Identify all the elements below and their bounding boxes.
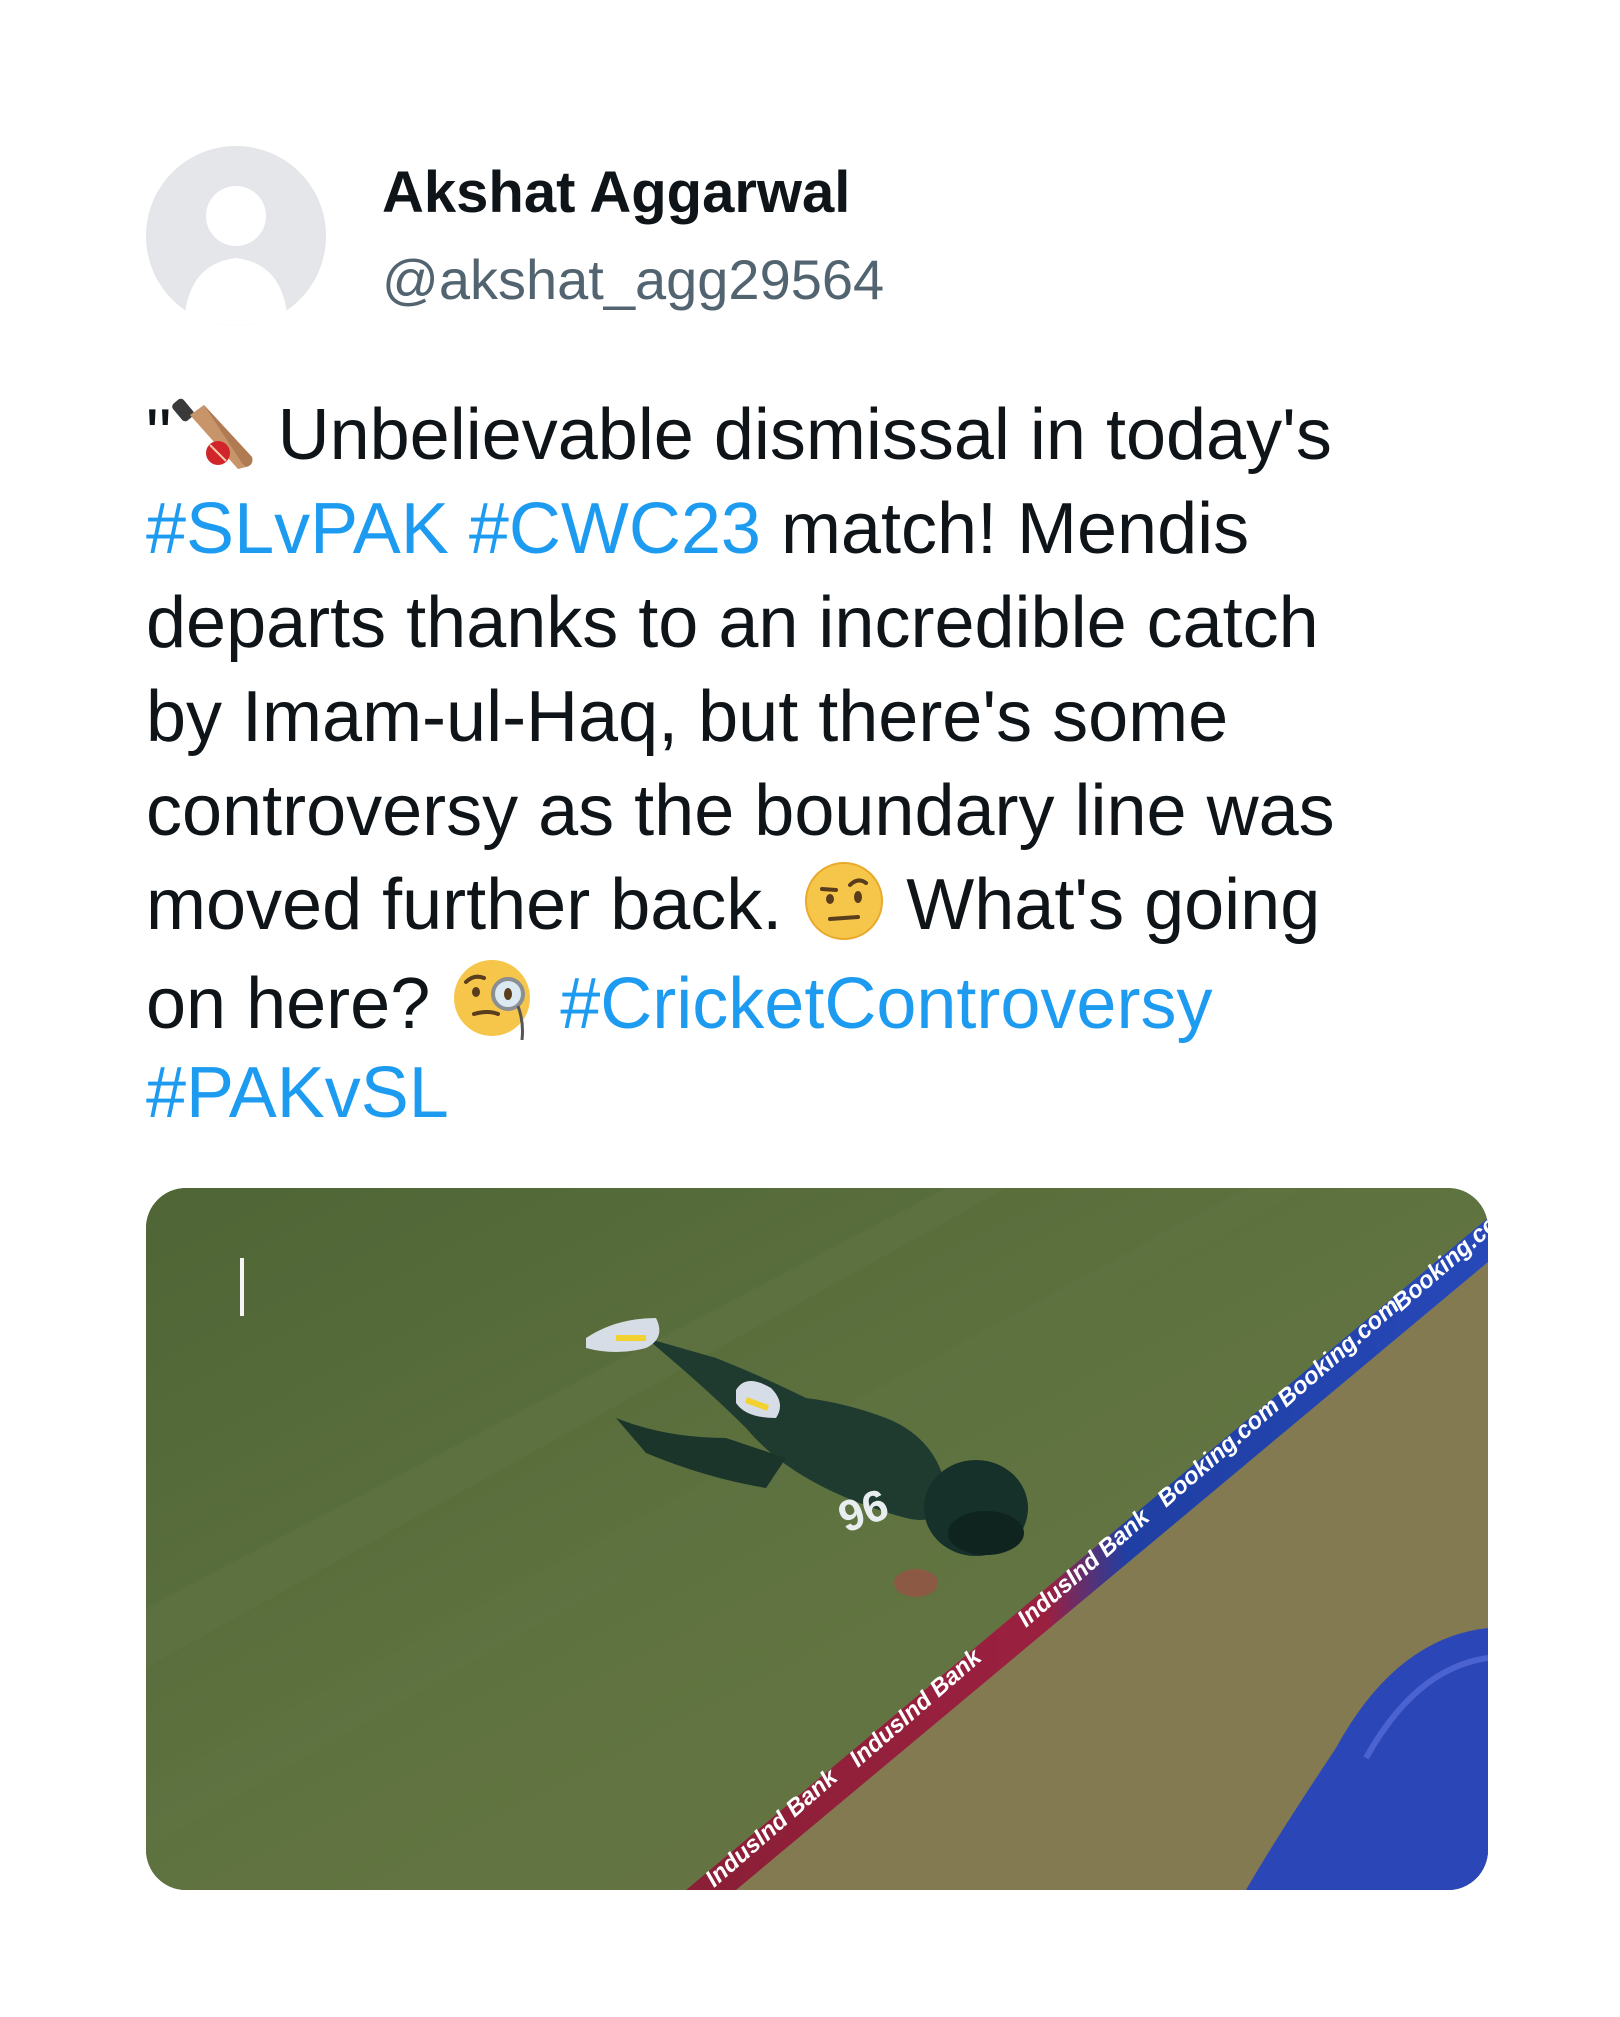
face-with-raised-eyebrow-icon <box>802 859 886 943</box>
tweet-line: moved further back. What's going <box>146 858 1486 952</box>
face-with-monocle-icon <box>450 952 540 1042</box>
tweet-line: departs thanks to an incredible catch <box>146 583 1319 663</box>
hashtag-link[interactable]: #SLvPAK <box>146 489 449 569</box>
cricket-bat-and-ball-icon <box>171 393 258 473</box>
avatar[interactable] <box>146 146 326 326</box>
tweet-line: by Imam-ul-Haq, but there's some <box>146 677 1229 757</box>
tweet-text: " Unbelievable dismissal in today's #SLv… <box>146 388 1486 1140</box>
tweet-line: #PAKvSL <box>146 1046 1486 1140</box>
quote-mark: " <box>146 395 172 475</box>
tweet-line: " Unbelievable dismissal in today's <box>146 393 1332 475</box>
tweet-photo[interactable]: 96 IndusInd Bank IndusInd Bank IndusInd … <box>146 1188 1488 1890</box>
hashtag-link[interactable]: #CricketControversy <box>560 964 1212 1044</box>
tweet-card: Akshat Aggarwal @akshat_agg29564 " Unbel… <box>0 0 1620 2017</box>
default-profile-icon <box>146 146 326 326</box>
tweet-line: #SLvPAK #CWC23 match! Mendis <box>146 489 1250 569</box>
hashtag-link[interactable]: #PAKvSL <box>146 1053 449 1133</box>
tweet-line: on here? #CricketControversy <box>146 952 1486 1046</box>
cricket-catch-photo: 96 IndusInd Bank IndusInd Bank IndusInd … <box>146 1188 1488 1890</box>
tweet-line: controversy as the boundary line was <box>146 771 1335 851</box>
hashtag-link[interactable]: #CWC23 <box>469 489 761 569</box>
display-name[interactable]: Akshat Aggarwal <box>382 158 850 228</box>
user-handle[interactable]: @akshat_agg29564 <box>382 246 884 314</box>
